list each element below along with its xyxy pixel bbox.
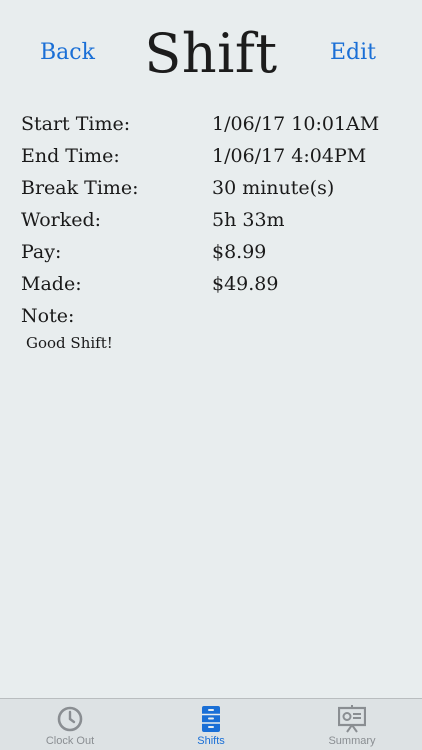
- detail-row-worked: Worked: 5h 33m: [21, 206, 411, 238]
- detail-value: 1/06/17 10:01AM: [212, 113, 380, 135]
- tab-label: Clock Out: [45, 735, 95, 747]
- detail-label: Worked:: [21, 209, 102, 231]
- filing-cabinet-icon: [197, 705, 225, 733]
- tab-label: Summary: [328, 735, 376, 747]
- navigation-bar: Back Shift Edit: [0, 0, 422, 100]
- note-label: Note:: [21, 305, 75, 327]
- shift-details: Start Time: 1/06/17 10:01AM End Time: 1/…: [21, 110, 411, 354]
- detail-row-break-time: Break Time: 30 minute(s): [21, 174, 411, 206]
- detail-label: Break Time:: [21, 177, 139, 199]
- edit-button[interactable]: Edit: [330, 40, 376, 65]
- detail-value: $8.99: [212, 241, 267, 263]
- tab-label: Shifts: [197, 735, 225, 747]
- detail-label: Pay:: [21, 241, 62, 263]
- detail-value: 30 minute(s): [212, 177, 335, 199]
- detail-row-pay: Pay: $8.99: [21, 238, 411, 270]
- clock-icon: [56, 705, 84, 733]
- detail-label: Start Time:: [21, 113, 131, 135]
- detail-value: 1/06/17 4:04PM: [212, 145, 367, 167]
- tab-summary[interactable]: Summary: [282, 699, 422, 750]
- detail-label: Made:: [21, 273, 82, 295]
- note-text: Good Shift!: [26, 334, 113, 352]
- tab-shifts[interactable]: Shifts: [141, 699, 281, 750]
- detail-value: $49.89: [212, 273, 279, 295]
- tab-clock-out[interactable]: Clock Out: [0, 699, 140, 750]
- detail-label: End Time:: [21, 145, 120, 167]
- detail-value: 5h 33m: [212, 209, 285, 231]
- detail-row-made: Made: $49.89: [21, 270, 411, 302]
- presentation-board-icon: [337, 705, 367, 733]
- tab-bar: Clock Out Shifts Summary: [0, 698, 422, 750]
- detail-row-start-time: Start Time: 1/06/17 10:01AM: [21, 110, 411, 142]
- detail-row-end-time: End Time: 1/06/17 4:04PM: [21, 142, 411, 174]
